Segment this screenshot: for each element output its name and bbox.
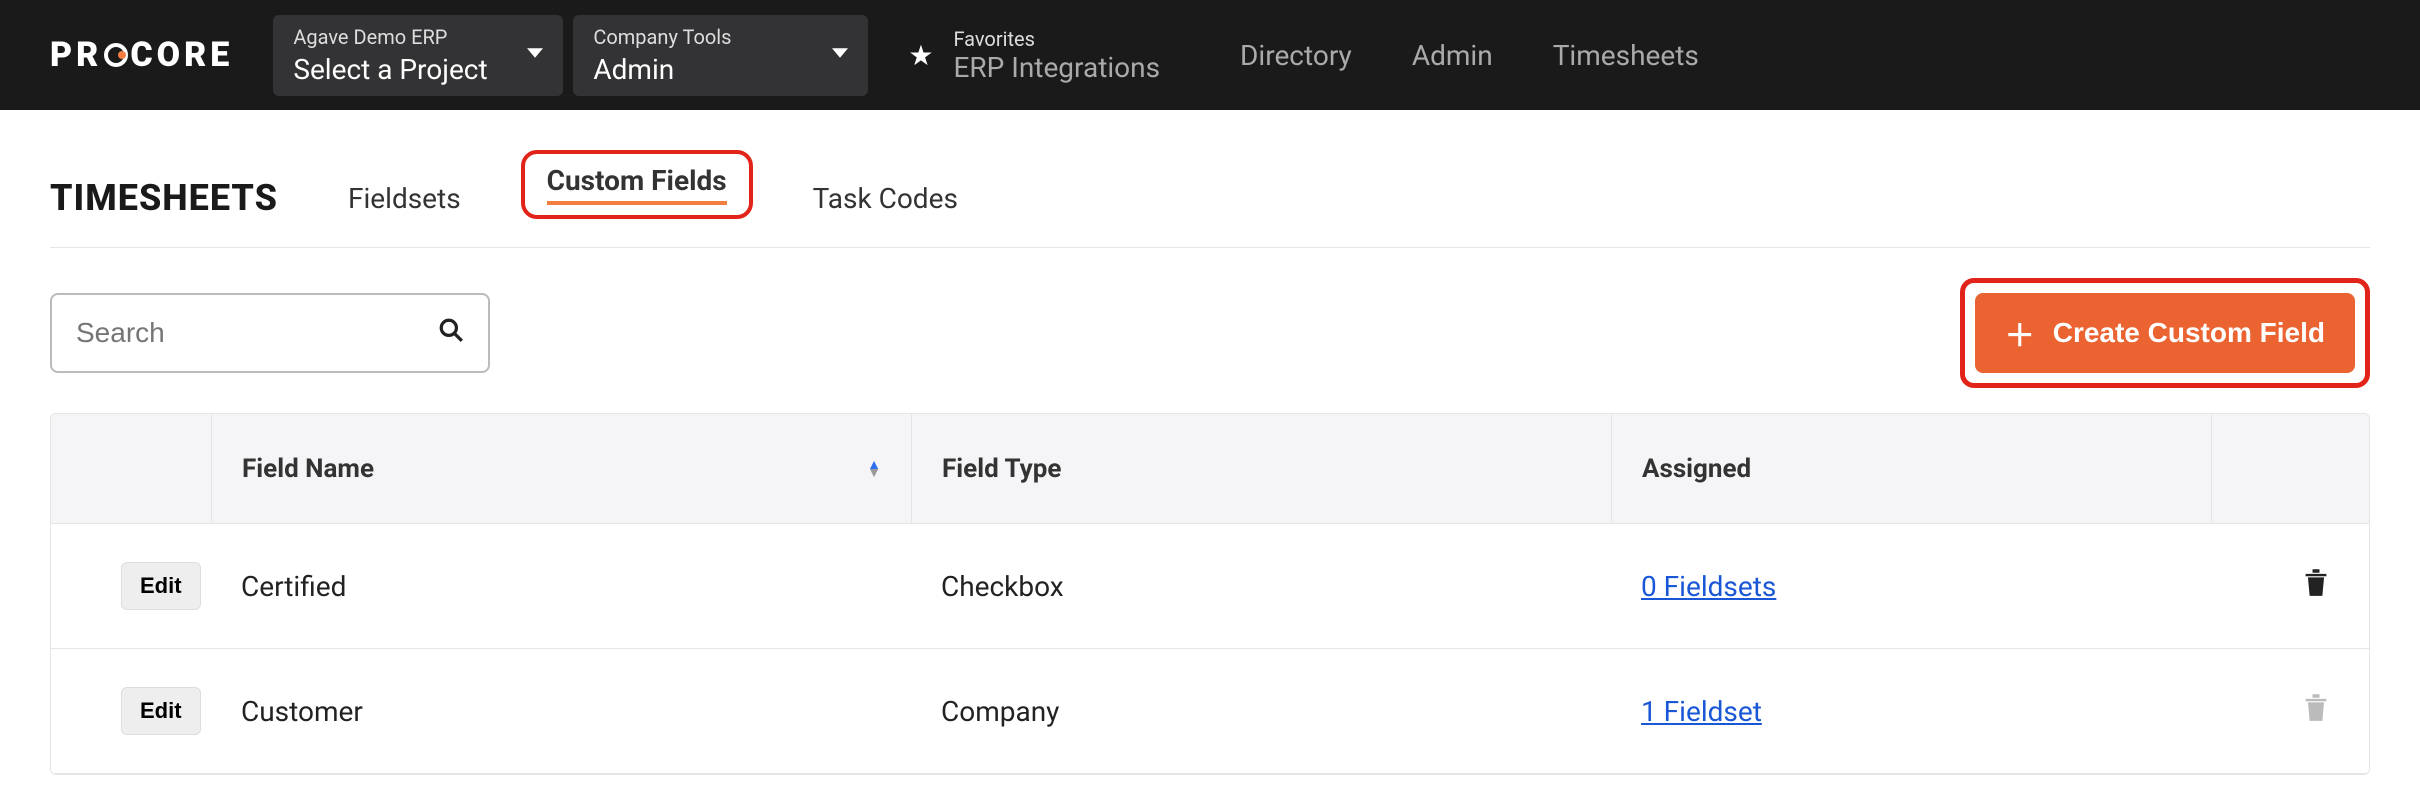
cell-field-type: Checkbox [911,570,1611,603]
cell-field-name: Customer [211,695,911,728]
create-button-label: Create Custom Field [2053,317,2325,349]
cell-field-name: Certified [211,570,911,603]
create-custom-field-button[interactable]: ＋ Create Custom Field [1975,293,2355,373]
plus-icon: ＋ [2005,311,2035,355]
th-field-name-label: Field Name [242,454,374,484]
table-row: Edit Certified Checkbox 0 Fieldsets [51,524,2369,649]
nav-link-timesheets[interactable]: Timesheets [1553,39,1699,72]
tools-dropdown[interactable]: Company Tools Admin [573,15,868,96]
th-assigned-label: Assigned [1642,454,1751,484]
page-title: TIMESHEETS [50,177,278,219]
nav-link-admin[interactable]: Admin [1412,39,1493,72]
tabs: Fieldsets Custom Fields Task Codes [348,150,958,219]
th-field-type-label: Field Type [942,454,1061,484]
th-actions [2211,414,2370,523]
tools-dropdown-main: Admin [593,53,848,86]
nav-links: Directory Admin Timesheets [1240,39,1699,72]
edit-button[interactable]: Edit [121,687,201,735]
logo-mark-icon [104,43,128,67]
create-button-highlight: ＋ Create Custom Field [1960,278,2370,388]
caret-down-icon [832,45,848,65]
edit-button[interactable]: Edit [121,562,201,610]
tab-fieldsets[interactable]: Fieldsets [348,182,461,219]
project-dropdown-main: Select a Project [293,53,543,86]
favorites-block: ★ Favorites ERP Integrations [908,27,1160,84]
page-header: TIMESHEETS Fieldsets Custom Fields Task … [50,150,2370,248]
th-assigned[interactable]: Assigned [1611,414,2211,523]
sort-indicator-icon: ▲▼ [867,461,881,477]
tools-dropdown-sub: Company Tools [593,25,848,49]
logo[interactable]: PRCORE [50,35,233,75]
table-head: Field Name ▲▼ Field Type Assigned [51,414,2369,524]
tab-task-codes[interactable]: Task Codes [813,182,958,219]
project-dropdown[interactable]: Agave Demo ERP Select a Project [273,15,563,96]
delete-icon-disabled [2211,692,2370,730]
delete-icon[interactable] [2211,567,2370,605]
nav-link-directory[interactable]: Directory [1240,39,1352,72]
th-field-name[interactable]: Field Name ▲▼ [211,414,911,523]
table-row: Edit Customer Company 1 Fieldset [51,649,2369,774]
assigned-link[interactable]: 1 Fieldset [1641,695,1762,728]
search-icon[interactable] [438,317,464,350]
tab-custom-fields-highlight: Custom Fields [521,150,753,219]
custom-fields-table: Field Name ▲▼ Field Type Assigned Edit C… [50,413,2370,775]
table-body: Edit Certified Checkbox 0 Fieldsets Edit… [51,524,2369,774]
assigned-link[interactable]: 0 Fieldsets [1641,570,1776,603]
star-icon[interactable]: ★ [908,39,933,72]
topbar: PRCORE Agave Demo ERP Select a Project C… [0,0,2420,110]
caret-down-icon [527,45,543,65]
project-dropdown-sub: Agave Demo ERP [293,25,543,49]
th-field-type[interactable]: Field Type [911,414,1611,523]
tab-custom-fields[interactable]: Custom Fields [547,164,727,201]
toolbar: ＋ Create Custom Field [50,278,2370,388]
favorites-label: Favorites [953,27,1160,51]
favorites-primary[interactable]: ERP Integrations [953,51,1160,84]
search-wrap [50,293,490,373]
cell-field-type: Company [911,695,1611,728]
search-input[interactable] [76,317,438,349]
